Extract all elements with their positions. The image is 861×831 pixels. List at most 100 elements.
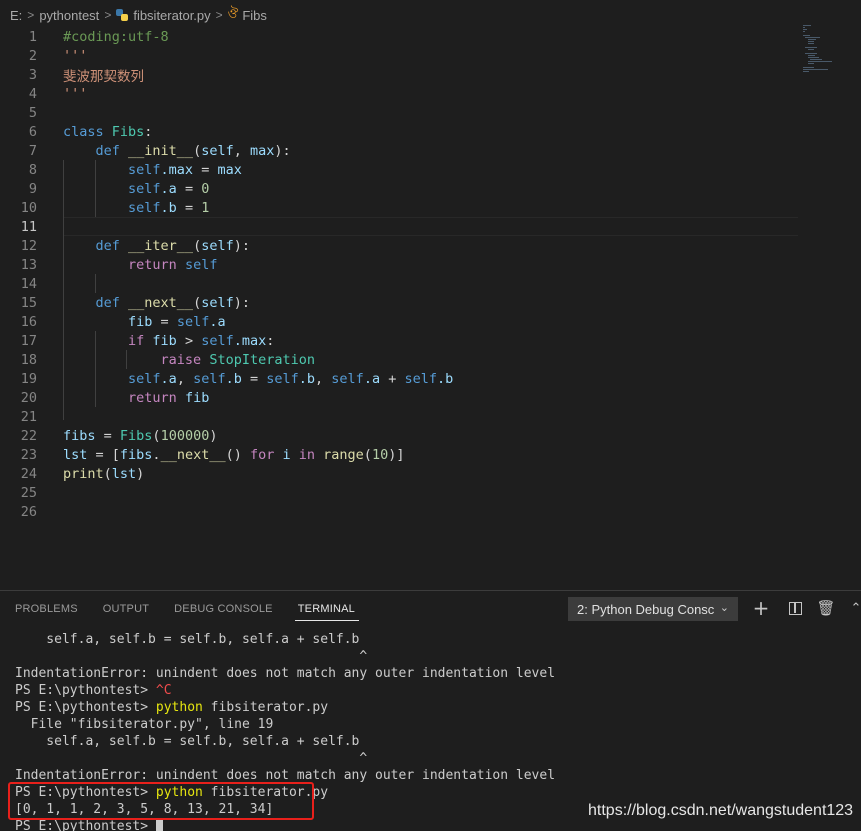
code-line[interactable]: 9 self.a = 0 — [0, 179, 800, 198]
class-symbol-icon: ঔ — [227, 5, 239, 21]
code-line[interactable]: 24 print(lst) — [0, 464, 800, 483]
code-token: Fibs — [111, 123, 145, 140]
code-line[interactable]: 19 self.a, self.b = self.b, self.a + sel… — [0, 369, 800, 388]
code-line[interactable]: 23 lst = [fibs.__next__() for i in range(… — [0, 445, 800, 464]
code-line[interactable]: 3 斐波那契数列 — [0, 65, 800, 85]
code-token: = — [193, 161, 218, 178]
trash-icon[interactable]: 🗑 — [816, 597, 836, 619]
code-line[interactable]: 26 — [0, 502, 800, 521]
code-line[interactable]: 1 #coding:utf-8 — [0, 30, 800, 46]
breadcrumb-file[interactable]: fibsiterator.py — [133, 8, 210, 23]
code-line[interactable]: 10 self.b = 1 — [0, 198, 800, 217]
code-token: self — [128, 370, 161, 387]
line-number: 15 — [20, 294, 37, 311]
code-token: .a — [160, 180, 177, 197]
minimap-line — [803, 69, 829, 70]
code-token: __iter__ — [128, 237, 194, 254]
code-line[interactable]: 2 ''' — [0, 46, 800, 65]
code-line[interactable]: 25 — [0, 483, 800, 502]
line-number: 7 — [28, 142, 37, 159]
code-token: self — [193, 370, 226, 387]
code-line[interactable]: 15 def __next__(self): — [0, 293, 800, 312]
minimap[interactable] — [803, 25, 853, 77]
code-text: fibs = Fibs(100000) — [63, 428, 217, 444]
line-number: 26 — [20, 503, 37, 520]
code-line[interactable]: 4 ''' — [0, 84, 800, 103]
tab-terminal[interactable]: TERMINAL — [283, 591, 365, 627]
code-line[interactable]: 17 if fib > self.max: — [0, 331, 800, 350]
chevron-up-icon[interactable]: ⌃ — [846, 597, 861, 619]
code-line[interactable]: 18 raise StopIteration — [0, 350, 800, 369]
code-text: return self — [63, 257, 217, 273]
tab-problems[interactable]: PROBLEMS — [0, 591, 88, 627]
code-token: self — [266, 370, 299, 387]
code-text: ''' — [63, 48, 87, 64]
code-token: .b — [298, 370, 316, 387]
code-line[interactable]: 6 class Fibs: — [0, 122, 800, 141]
code-token: .b — [436, 370, 454, 387]
chevron-right-icon: > — [27, 8, 35, 22]
minimap-line — [807, 43, 814, 44]
code-line[interactable]: 16 fib = self.a — [0, 312, 800, 331]
terminal-select[interactable]: 2: Python Debug Consc ⌄ — [568, 597, 738, 621]
terminal-line: self.a, self.b = self.b, self.a + self.b — [15, 631, 855, 648]
code-token: .a — [209, 313, 226, 330]
terminal-text: ^ — [15, 649, 368, 664]
code-token: raise — [160, 351, 210, 368]
code-line[interactable]: 14 — [0, 274, 800, 293]
split-terminal-icon[interactable] — [785, 597, 805, 619]
breadcrumb-symbol[interactable]: Fibs — [242, 8, 267, 23]
breadcrumb-folder[interactable]: pythontest — [39, 8, 99, 23]
terminal-line: ^ — [15, 750, 855, 767]
code-line[interactable]: 13 return self — [0, 255, 800, 274]
code-token: , — [233, 142, 250, 159]
code-token: __next__ — [128, 294, 194, 311]
code-editor[interactable]: 1 #coding:utf-8 2 ''' 3 斐波那契数列 4 ''' 5 6 class Fib… — [0, 30, 861, 590]
terminal-text: ^C — [155, 683, 172, 698]
code-line[interactable]: 20 return fib — [0, 388, 800, 407]
line-number: 3 — [28, 66, 37, 83]
terminal-line: PS E:\pythontest> ^C — [15, 682, 855, 699]
code-line[interactable]: 11 — [0, 217, 800, 236]
code-line[interactable]: 8 self.max = max — [0, 160, 800, 179]
code-line[interactable]: 12 def __iter__(self): — [0, 236, 800, 255]
code-line[interactable]: 7 def __init__(self, max): — [0, 141, 800, 160]
code-token: self — [404, 370, 437, 387]
terminal-text: PS E:\pythontest> — [15, 819, 156, 831]
code-token: ( — [152, 427, 161, 444]
tab-debug-console[interactable]: DEBUG CONSOLE — [159, 591, 283, 627]
code-token: ''' — [63, 85, 88, 102]
minimap-line — [810, 59, 822, 60]
terminal-line: ^ — [15, 648, 855, 665]
code-line[interactable]: 21 — [0, 407, 800, 426]
code-line[interactable]: 22 fibs = Fibs(100000) — [0, 426, 800, 445]
line-number: 1 — [28, 30, 37, 45]
code-token: self — [128, 161, 161, 178]
new-terminal-icon[interactable]: + — [751, 596, 771, 620]
terminal-text: IndentationError: unindent does not matc… — [15, 666, 556, 681]
code-line[interactable]: 5 — [0, 103, 800, 122]
code-token: ( — [363, 446, 372, 463]
code-text: self.a = 0 — [63, 181, 209, 197]
minimap-line — [807, 41, 814, 42]
line-number: 18 — [20, 351, 37, 368]
code-token: range — [323, 446, 364, 463]
code-token: > — [176, 332, 202, 349]
code-text: fib = self.a — [63, 314, 226, 330]
code-token: for — [249, 446, 283, 463]
chevron-right-icon: > — [104, 8, 112, 22]
code-token: = — [241, 370, 267, 387]
breadcrumb-root[interactable]: E: — [10, 8, 22, 23]
tab-output[interactable]: OUTPUT — [88, 591, 159, 627]
code-token: lst — [63, 446, 88, 463]
code-token: return — [128, 389, 185, 406]
python-file-icon — [116, 9, 129, 21]
code-token: = — [176, 180, 202, 197]
code-token: ) — [209, 427, 218, 444]
